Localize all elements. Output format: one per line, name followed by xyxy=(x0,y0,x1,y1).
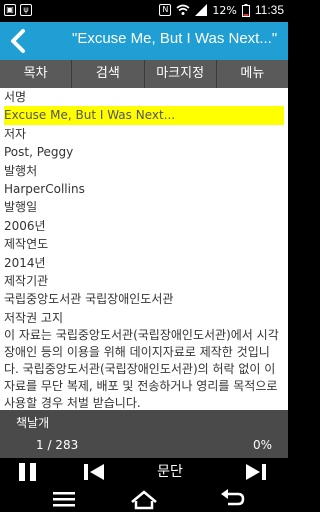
section-label: 책날개 xyxy=(16,416,50,430)
skip-back-icon xyxy=(84,464,104,480)
field-value-title: Excuse Me, But I Was Next... xyxy=(4,106,284,125)
system-nav-bar xyxy=(0,486,288,512)
field-value-author: Post, Peggy xyxy=(4,145,74,160)
tab-bar: 목차 검색 마크지정 메뉴 xyxy=(0,60,288,88)
menu-nav-button[interactable] xyxy=(50,488,78,510)
tab-contents[interactable]: 목차 xyxy=(0,60,73,88)
progress-info-bar: 1 / 283 0% xyxy=(0,434,288,458)
clock: 11:35 xyxy=(254,3,284,17)
field-value-publisher: HarperCollins xyxy=(4,182,85,197)
back-button[interactable] xyxy=(6,28,32,54)
page-counter: 1 / 283 xyxy=(36,438,79,452)
hamburger-icon xyxy=(53,492,75,507)
battery-icon xyxy=(241,3,250,17)
tab-search[interactable]: 검색 xyxy=(72,60,145,88)
signal-icon xyxy=(195,4,208,16)
navigation-mode-button[interactable]: 문단 xyxy=(150,458,190,486)
progress-percent: 0% xyxy=(252,438,272,452)
field-label-producer: 제작기관 xyxy=(4,274,49,289)
image-icon: ▣ xyxy=(4,4,16,16)
chevron-left-icon xyxy=(11,29,25,53)
field-value-pubdate: 2006년 xyxy=(4,218,46,233)
pause-button[interactable] xyxy=(18,458,38,486)
book-content[interactable]: 서명 Excuse Me, But I Was Next... 저자 Post,… xyxy=(0,88,288,410)
field-label-copyright: 저작권 고지 xyxy=(4,310,64,325)
return-arrow-icon xyxy=(221,489,245,506)
battery-percent: 12% xyxy=(212,3,237,17)
field-label-publisher: 발행처 xyxy=(4,163,38,178)
copyright-notice: 이 자료는 국립중앙도서관(국립장애인도서관)에서 시각장애인 등의 이용을 위… xyxy=(4,328,279,410)
usb-icon: ψ xyxy=(20,4,32,16)
nfc-icon: N xyxy=(159,4,172,16)
field-label-prodyear: 제작연도 xyxy=(4,237,49,252)
wifi-icon xyxy=(176,4,190,15)
tab-bookmark[interactable]: 마크지정 xyxy=(145,60,217,88)
field-label-title: 서명 xyxy=(4,90,27,104)
status-bar: ▣ ψ N 12% 11:35 xyxy=(0,0,288,22)
field-value-producer: 국립중앙도서관 국립장애인도서관 xyxy=(4,292,174,307)
field-label-author: 저자 xyxy=(4,126,27,141)
home-icon xyxy=(131,490,157,510)
title-bar: "Excuse Me, But I Was Next..." xyxy=(0,22,288,60)
back-nav-button[interactable] xyxy=(218,488,246,510)
player-controls: 문단 xyxy=(0,458,288,486)
next-button[interactable] xyxy=(244,458,268,486)
field-label-pubdate: 발행일 xyxy=(4,200,38,215)
section-info-bar: 책날개 xyxy=(0,410,288,434)
home-nav-button[interactable] xyxy=(130,488,158,510)
page-title: "Excuse Me, But I Was Next..." xyxy=(72,30,278,47)
tab-menu[interactable]: 메뉴 xyxy=(217,60,288,88)
skip-forward-icon xyxy=(246,464,266,480)
field-value-prodyear: 2014년 xyxy=(4,255,46,270)
previous-button[interactable] xyxy=(82,458,106,486)
